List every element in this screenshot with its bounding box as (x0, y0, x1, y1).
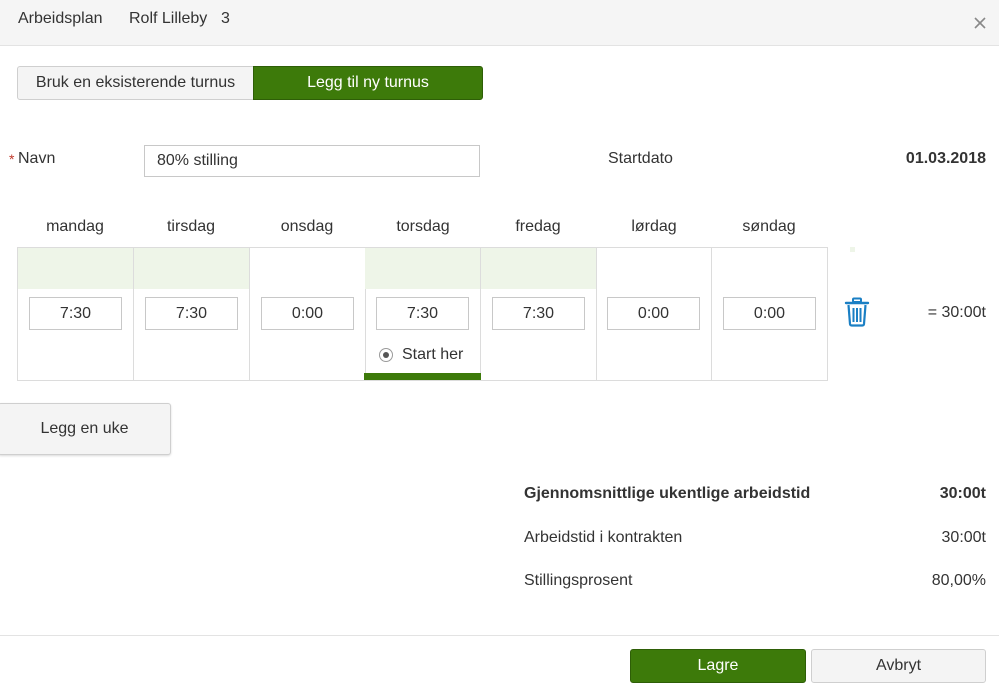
position-percent-value: 80,00% (931, 572, 986, 589)
startdate-label: Startdato (608, 150, 673, 167)
employee-name: Rolf Lilleby (129, 10, 208, 27)
day-header-friday: fredag (515, 218, 561, 235)
hours-input-sunday[interactable] (723, 297, 816, 330)
average-weekly-hours-value: 30:00t (939, 485, 986, 502)
employee-number: 3 (221, 10, 230, 27)
day-header-thursday: torsdag (396, 218, 450, 235)
add-week-button[interactable]: Legg en uke (0, 403, 171, 455)
decorative-dot (850, 247, 855, 252)
required-marker: * (9, 151, 15, 167)
start-here-radio[interactable]: Start her (379, 346, 463, 364)
footer-divider (0, 635, 999, 636)
hours-input-monday[interactable] (29, 297, 122, 330)
workday-band (134, 248, 249, 289)
add-new-rotation-tab[interactable]: Legg til ny turnus (253, 66, 483, 100)
use-existing-rotation-tab[interactable]: Bruk en eksisterende turnus (17, 66, 254, 100)
day-cell-wednesday (250, 248, 366, 380)
day-cell-saturday (596, 248, 712, 380)
day-header-monday: mandag (46, 218, 104, 235)
trash-icon[interactable] (843, 297, 871, 327)
day-cell-thursday: Start her (364, 248, 481, 380)
average-weekly-hours-label: Gjennomsnittlige ukentlige arbeidstid (524, 485, 811, 502)
week-grid: Start her (17, 247, 828, 381)
start-here-label: Start her (402, 346, 464, 363)
dialog-title: Arbeidsplan (18, 10, 103, 27)
close-icon[interactable] (966, 8, 994, 36)
hours-input-saturday[interactable] (607, 297, 700, 330)
name-input[interactable] (144, 145, 480, 177)
day-header-sunday: søndag (742, 218, 796, 235)
hours-input-friday[interactable] (492, 297, 585, 330)
day-cell-monday (18, 248, 134, 380)
day-header-saturday: lørdag (631, 218, 677, 235)
cancel-button[interactable]: Avbryt (811, 649, 986, 683)
workday-band (365, 248, 480, 289)
name-label: Navn (18, 150, 56, 167)
startdate-value: 01.03.2018 (905, 150, 986, 167)
position-percent-label: Stillingsprosent (524, 572, 633, 589)
radio-selected-icon (379, 348, 393, 362)
contract-hours-label: Arbeidstid i kontrakten (524, 529, 683, 546)
week-total: = 30:00t (927, 304, 986, 321)
hours-input-wednesday[interactable] (261, 297, 354, 330)
hours-input-tuesday[interactable] (145, 297, 238, 330)
dialog-header: Arbeidsplan Rolf Lilleby 3 (0, 0, 999, 46)
workday-band (481, 248, 596, 289)
save-button[interactable]: Lagre (630, 649, 806, 683)
day-cell-tuesday (134, 248, 250, 380)
day-cell-friday (481, 248, 597, 380)
day-header-wednesday: onsdag (280, 218, 334, 235)
start-indicator-bar (364, 373, 481, 380)
workday-band (18, 248, 133, 289)
day-cell-sunday (712, 248, 828, 380)
contract-hours-value: 30:00t (941, 529, 986, 546)
day-header-tuesday: tirsdag (166, 218, 216, 235)
hours-input-thursday[interactable] (376, 297, 469, 330)
